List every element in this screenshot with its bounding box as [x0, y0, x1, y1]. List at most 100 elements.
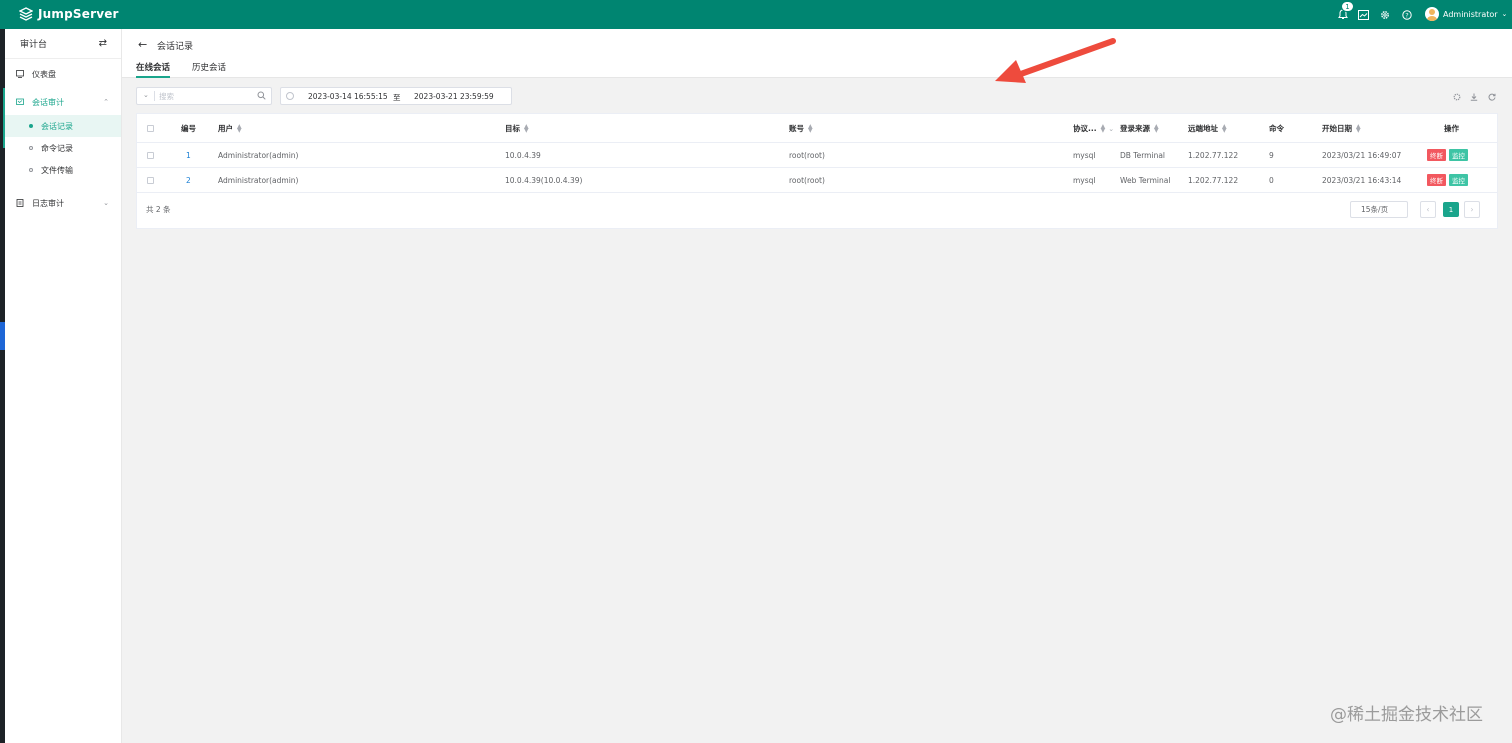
- sidebar-item-label: 日志审计: [32, 198, 64, 208]
- search-icon[interactable]: [257, 91, 266, 102]
- current-page-button[interactable]: 1: [1443, 202, 1459, 217]
- back-arrow-icon[interactable]: ←: [138, 38, 147, 51]
- sidebar-sub-session-records[interactable]: 会话记录: [5, 115, 121, 137]
- date-range-picker[interactable]: 2023-03-14 16:55:15 至 2023-03-21 23:59:5…: [280, 87, 512, 105]
- bullet-icon: [29, 124, 33, 128]
- cell-account: root(root): [789, 175, 825, 185]
- column-header-user[interactable]: 用户 ▲ ▼: [218, 115, 242, 142]
- chevron-down-icon: ⌄: [1501, 10, 1508, 18]
- page-size-select[interactable]: 15条/页: [1350, 201, 1408, 218]
- jumpserver-logo-icon: [19, 7, 33, 21]
- row-checkbox[interactable]: [147, 168, 154, 192]
- sidebar: 审计台 ⇄ 仪表盘 会话审计 ⌃ 会话记录 命令记录 文件传输 日志审计 ⌄: [5, 29, 122, 743]
- sidebar-item-label: 仪表盘: [32, 69, 56, 79]
- chevron-down-icon[interactable]: ⌄: [143, 91, 149, 99]
- session-id-link[interactable]: 2: [186, 168, 191, 192]
- search-input[interactable]: [159, 90, 249, 102]
- cell-remote-address: 1.202.77.122: [1188, 150, 1239, 160]
- cell-login-source: DB Terminal: [1120, 150, 1165, 160]
- sidebar-sub-label: 会话记录: [41, 121, 73, 131]
- column-header-remote-address[interactable]: 远端地址 ▲ ▼: [1188, 115, 1227, 142]
- download-icon[interactable]: [1469, 92, 1478, 101]
- row-checkbox[interactable]: [147, 143, 154, 167]
- cell-actions: 终断 监控: [1427, 143, 1468, 167]
- prev-page-button[interactable]: ‹: [1420, 201, 1436, 218]
- cell-target: 10.0.4.39: [505, 150, 541, 160]
- monitor-button[interactable]: 监控: [1449, 174, 1468, 186]
- next-page-button[interactable]: ›: [1464, 201, 1480, 218]
- top-navbar: JumpServer 1 ? Administrator ⌄: [0, 0, 1512, 29]
- annotation-arrow: [995, 38, 1116, 83]
- sidebar-item-session-audit[interactable]: 会话审计 ⌃: [5, 91, 121, 113]
- table-header-row: 编号 用户 ▲ ▼ 目标 ▲ ▼ 账号 ▲ ▼ 协议... ▲ ▼ ⌄ 登录来源 ▲ ▼ 远端地址 ▲ ▼…: [137, 115, 1497, 143]
- sidebar-item-label: 会话审计: [32, 97, 64, 107]
- sidebar-item-log-audit[interactable]: 日志审计 ⌄: [5, 192, 121, 214]
- logo-text: JumpServer: [38, 7, 119, 21]
- gear-icon[interactable]: [1378, 8, 1391, 21]
- log-icon: [16, 199, 24, 207]
- cell-commands: 0: [1269, 175, 1274, 185]
- cell-target: 10.0.4.39(10.0.4.39): [505, 175, 583, 185]
- cell-user: Administrator(admin): [218, 175, 299, 185]
- cell-login-source: Web Terminal: [1120, 175, 1171, 185]
- sort-icon: ▲ ▼: [524, 122, 529, 134]
- tab-history-sessions[interactable]: 历史会话: [192, 61, 226, 78]
- cell-start-date: 2023/03/21 16:49:07: [1322, 150, 1402, 160]
- sidebar-sub-file-transfer[interactable]: 文件传输: [5, 159, 121, 181]
- monitor-icon: [16, 70, 24, 78]
- session-icon: [16, 98, 24, 106]
- cell-protocol: mysql: [1073, 175, 1096, 185]
- tab-online-sessions[interactable]: 在线会话: [136, 61, 171, 78]
- clock-icon: [286, 92, 294, 100]
- sort-icon: ▲ ▼: [1100, 122, 1106, 134]
- terminate-button[interactable]: 终断: [1427, 174, 1446, 186]
- watermark: @稀土掘金技术社区: [1330, 705, 1483, 725]
- cell-protocol: mysql: [1073, 150, 1096, 160]
- column-header-protocol[interactable]: 协议... ▲ ▼ ⌄: [1073, 115, 1114, 142]
- select-all-checkbox[interactable]: [147, 115, 154, 142]
- switch-view-icon[interactable]: ⇄: [99, 38, 107, 49]
- session-id-link[interactable]: 1: [186, 143, 191, 167]
- divider: [154, 91, 155, 101]
- sort-icon: ▲ ▼: [1154, 122, 1159, 134]
- sidebar-sub-label: 命令记录: [41, 143, 73, 153]
- sidebar-sub-command-records[interactable]: 命令记录: [5, 137, 121, 159]
- date-start[interactable]: 2023-03-14 16:55:15: [308, 92, 388, 101]
- monitor-button[interactable]: 监控: [1449, 149, 1468, 161]
- page-header: ← 会话记录 在线会话 历史会话: [122, 29, 1512, 78]
- column-header-commands: 命令: [1269, 124, 1284, 133]
- sort-icon: ▲ ▼: [1222, 122, 1227, 134]
- cell-account: root(root): [789, 150, 825, 160]
- column-header-login-source[interactable]: 登录来源 ▲ ▼: [1120, 115, 1159, 142]
- sidebar-item-dashboard[interactable]: 仪表盘: [5, 63, 121, 85]
- column-header-account[interactable]: 账号 ▲ ▼: [789, 115, 813, 142]
- filter-icon: ⌄: [1108, 124, 1115, 133]
- cell-actions: 终断 监控: [1427, 168, 1468, 192]
- search-box[interactable]: ⌄: [136, 87, 272, 105]
- settings-icon[interactable]: [1452, 92, 1461, 101]
- help-icon[interactable]: ?: [1400, 8, 1413, 21]
- terminate-button[interactable]: 终断: [1427, 149, 1446, 161]
- table-row[interactable]: 1 Administrator(admin) 10.0.4.39 root(ro…: [137, 143, 1497, 168]
- date-end[interactable]: 2023-03-21 23:59:59: [414, 92, 494, 101]
- bullet-icon: [29, 168, 33, 172]
- sidebar-header: 审计台 ⇄: [5, 29, 121, 59]
- cell-start-date: 2023/03/21 16:43:14: [1322, 175, 1402, 185]
- page-title: 会话记录: [157, 42, 194, 52]
- refresh-icon[interactable]: [1487, 92, 1496, 101]
- web-terminal-icon[interactable]: [1357, 8, 1370, 21]
- column-header-actions: 操作: [1444, 124, 1459, 133]
- user-name: Administrator: [1443, 9, 1498, 19]
- column-header-target[interactable]: 目标 ▲ ▼: [505, 115, 529, 142]
- user-menu[interactable]: Administrator ⌄: [1425, 7, 1507, 21]
- sessions-table-card: 编号 用户 ▲ ▼ 目标 ▲ ▼ 账号 ▲ ▼ 协议... ▲ ▼ ⌄ 登录来源 ▲ ▼ 远端地址 ▲ ▼…: [136, 113, 1498, 229]
- table-row[interactable]: 2 Administrator(admin) 10.0.4.39(10.0.4.…: [137, 168, 1497, 193]
- page-size-value: 15条/页: [1361, 205, 1389, 214]
- date-separator: 至: [393, 93, 401, 102]
- cell-remote-address: 1.202.77.122: [1188, 175, 1239, 185]
- sidebar-sub-label: 文件传输: [41, 165, 73, 175]
- cell-commands: 9: [1269, 150, 1274, 160]
- total-count: 共 2 条: [146, 205, 171, 214]
- logo[interactable]: JumpServer: [19, 7, 119, 21]
- column-header-start-date[interactable]: 开始日期 ▲ ▼: [1322, 115, 1361, 142]
